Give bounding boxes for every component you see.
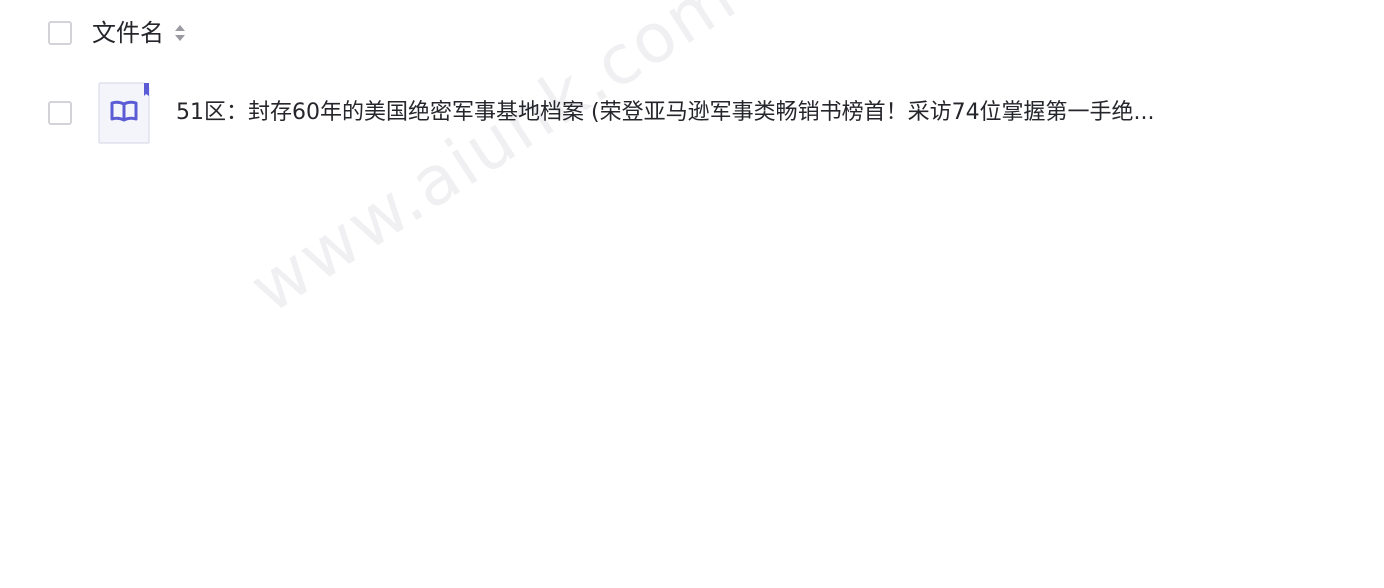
file-row-checkbox[interactable] [48, 101, 72, 125]
filename-column-header[interactable]: 文件名 [92, 16, 164, 50]
watermark-text: www.aiunk.com [236, 0, 751, 330]
file-row[interactable]: 51区：封存60年的美国绝密军事基地档案 (荣登亚马逊军事类畅销书榜首！采访74… [48, 82, 1276, 144]
select-all-checkbox[interactable] [48, 21, 72, 45]
file-name-link[interactable]: 51区：封存60年的美国绝密军事基地档案 (荣登亚马逊军事类畅销书榜首！采访74… [176, 98, 1276, 128]
sort-updown-icon[interactable] [174, 23, 186, 43]
book-file-icon [98, 82, 150, 144]
file-list-header: 文件名 [48, 16, 186, 50]
